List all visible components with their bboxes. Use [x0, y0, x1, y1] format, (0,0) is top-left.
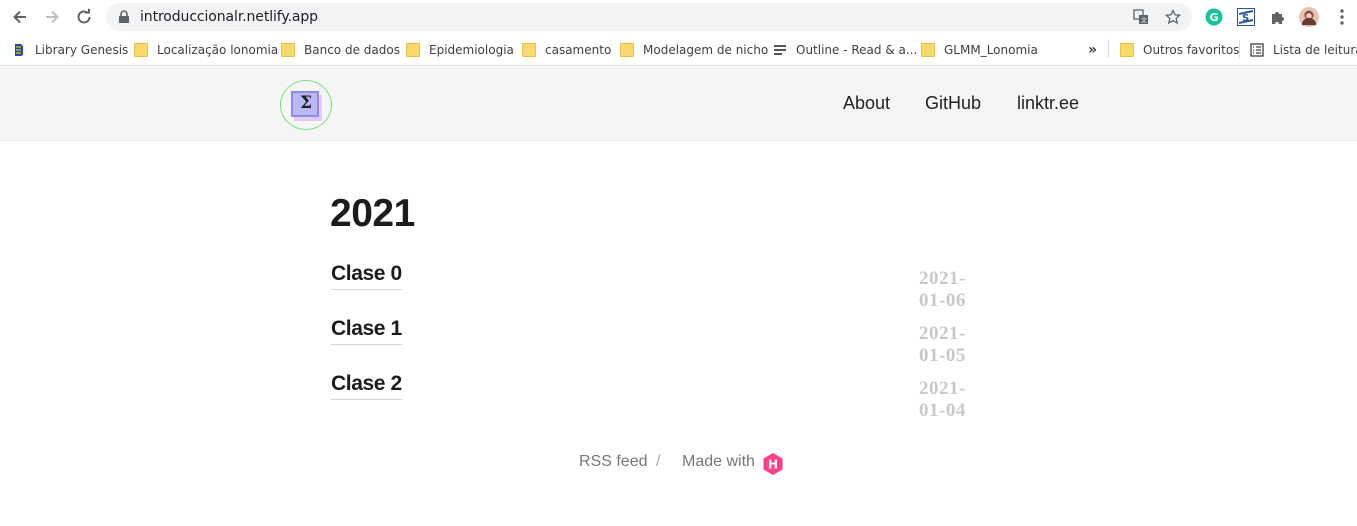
arrow-left-icon — [13, 10, 26, 24]
folder-icon — [134, 43, 148, 57]
outline-icon — [774, 45, 786, 55]
hugo-logo-icon[interactable]: H — [762, 452, 784, 481]
extension-s-icon[interactable]: S — [1236, 7, 1256, 27]
libgen-icon — [15, 44, 23, 56]
url-text[interactable]: introduccionalr.netlify.app — [140, 9, 318, 25]
nav-linktree-link[interactable]: linktr.ee — [1017, 93, 1079, 114]
bookmark-glmm-lonomia[interactable]: GLMM_Lonomia — [921, 41, 1038, 59]
post-item: Clase 1 2021-01-05 — [331, 317, 965, 366]
post-item: Clase 0 2021-01-06 — [331, 262, 965, 311]
bookmarks-divider — [1239, 40, 1240, 58]
bookmarks-divider — [1108, 40, 1109, 58]
bookmark-epidemiologia[interactable]: Epidemiologia — [406, 41, 514, 59]
reading-list-icon — [1250, 43, 1264, 57]
bookmark-localizacao-lonomia[interactable]: Localização lonomia — [134, 41, 278, 59]
svg-text:S: S — [1242, 13, 1249, 24]
rss-feed-link[interactable]: RSS feed — [579, 453, 647, 471]
bookmark-library-genesis[interactable]: Library Genesis — [12, 41, 128, 59]
site-logo[interactable]: Σ — [280, 80, 332, 130]
reload-icon — [77, 8, 91, 24]
post-title-link[interactable]: Clase 1 — [331, 317, 402, 345]
profile-avatar[interactable] — [1299, 7, 1319, 27]
folder-icon — [522, 43, 536, 57]
folder-icon — [921, 43, 935, 57]
made-with-text: Made with — [682, 453, 755, 470]
bookmark-modelagem-de-nicho[interactable]: Modelagem de nicho — [620, 41, 768, 59]
folder-icon — [406, 43, 420, 57]
hugo-letter: H — [768, 458, 778, 472]
post-title-link[interactable]: Clase 2 — [331, 372, 402, 400]
browser-toolbar: introduccionalr.netlify.app 文 G S — [0, 0, 1357, 34]
bookmark-banco-de-dados[interactable]: Banco de dados — [281, 41, 400, 59]
archive-year-heading: 2021 — [330, 192, 415, 235]
bookmarks-bar: Library Genesis Localização lonomia Banc… — [0, 34, 1357, 66]
logo-sigma-icon: Σ — [299, 93, 313, 113]
forward-button[interactable] — [40, 5, 64, 29]
folder-icon — [281, 43, 295, 57]
folder-icon — [620, 43, 634, 57]
bookmark-other-favorites[interactable]: Outros favoritos — [1120, 41, 1239, 59]
post-date: 2021-01-05 — [919, 323, 966, 366]
nav-about-link[interactable]: About — [843, 93, 890, 114]
site-header: Σ About GitHub linktr.ee — [0, 67, 1357, 141]
translate-icon[interactable]: 文 — [1132, 8, 1150, 26]
folder-icon — [1120, 43, 1134, 57]
browser-menu-icon[interactable] — [1332, 7, 1352, 27]
nav-github-link[interactable]: GitHub — [925, 93, 981, 114]
post-date: 2021-01-06 — [919, 268, 966, 311]
back-button[interactable] — [8, 5, 32, 29]
footer-separator: / — [656, 453, 661, 470]
post-date: 2021-01-04 — [919, 378, 966, 421]
post-title-link[interactable]: Clase 0 — [331, 262, 402, 290]
svg-text:文: 文 — [1141, 17, 1147, 25]
lock-icon — [119, 10, 129, 23]
grammarly-icon[interactable]: G — [1204, 7, 1224, 27]
bookmark-outline[interactable]: Outline - Read & a... — [773, 41, 917, 59]
bookmark-casamento[interactable]: casamento — [522, 41, 611, 59]
address-bar[interactable]: introduccionalr.netlify.app 文 — [106, 3, 1192, 31]
arrow-right-icon — [46, 10, 59, 24]
reload-button[interactable] — [72, 5, 96, 29]
bookmarks-overflow-button[interactable]: » — [1088, 41, 1097, 59]
svg-text:G: G — [1210, 11, 1219, 24]
reading-list-button[interactable]: Lista de leitura — [1250, 41, 1357, 59]
post-item: Clase 2 2021-01-04 — [331, 372, 965, 421]
site-footer: RSS feed / Made with H — [0, 453, 1357, 477]
extensions-puzzle-icon[interactable] — [1268, 7, 1288, 27]
bookmark-star-icon[interactable] — [1164, 8, 1182, 26]
